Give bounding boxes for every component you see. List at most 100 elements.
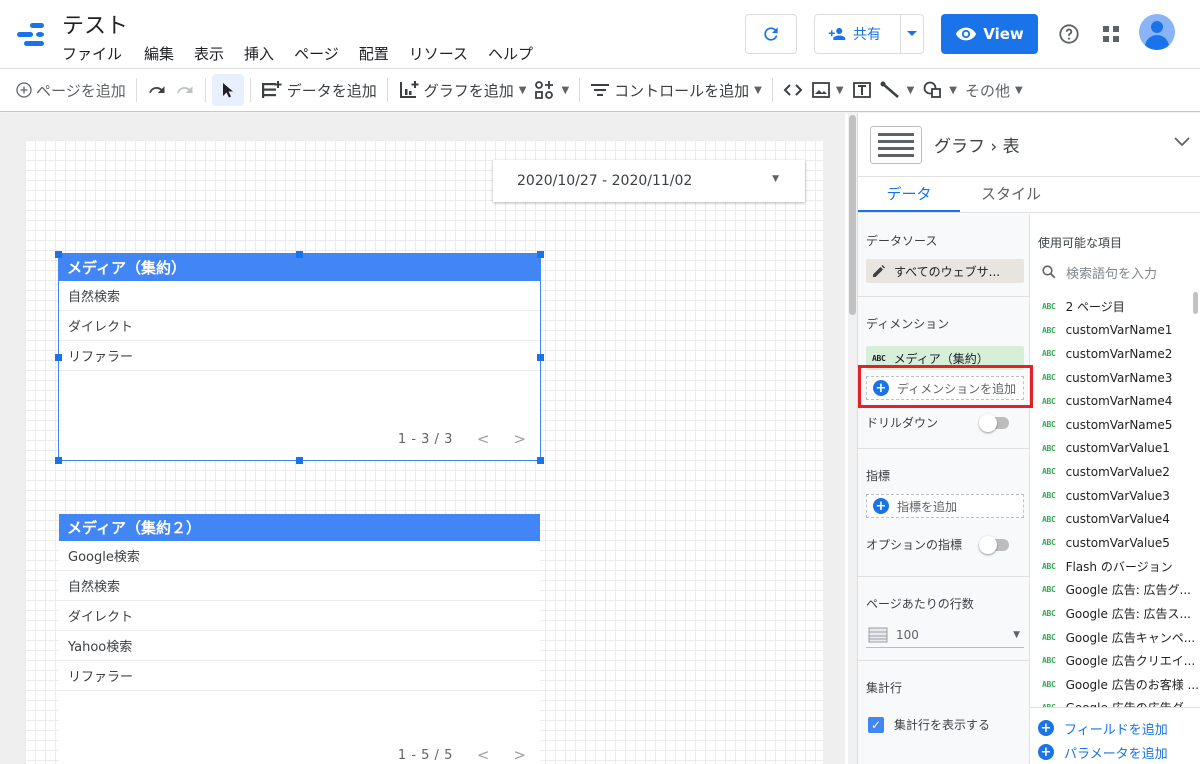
canvas-scrollbar[interactable]	[848, 113, 857, 764]
menu-bar: ファイル 編集 表示 挿入 ページ 配置 リソース ヘルプ	[62, 43, 553, 64]
text-type-icon: ABC	[1042, 561, 1056, 571]
report-title[interactable]: テスト	[62, 8, 128, 40]
resize-handle[interactable]	[296, 251, 303, 258]
plus-icon: +	[1038, 744, 1054, 760]
menu-view[interactable]: 表示	[194, 43, 224, 64]
caret-down-icon: ▼	[906, 84, 915, 96]
add-dimension-label: ディメンションを追加	[897, 381, 1017, 396]
add-dimension-button[interactable]: + ディメンションを追加	[866, 376, 1024, 400]
eye-icon	[956, 27, 977, 41]
field-item[interactable]: ABC Google 広告: 広告ス...	[1042, 602, 1200, 626]
resize-handle[interactable]	[55, 457, 62, 464]
table-row[interactable]: Google検索	[59, 541, 540, 571]
field-item[interactable]: ABC customVarName2	[1042, 342, 1200, 366]
shape-button[interactable]: ▼	[918, 74, 961, 106]
fields-scrollbar[interactable]	[1193, 292, 1198, 314]
field-item[interactable]: ABC 2 ページ目	[1042, 295, 1200, 319]
dimension-chip[interactable]: ABC メディア（集約）	[866, 346, 1024, 370]
data-studio-logo-icon[interactable]	[14, 20, 46, 50]
pencil-icon[interactable]	[872, 264, 886, 278]
select-tool-button[interactable]	[211, 74, 244, 106]
chevron-left-icon[interactable]: <	[477, 746, 490, 764]
help-icon[interactable]	[1054, 19, 1084, 49]
field-item[interactable]: ABC Google 広告のお客様 ...	[1042, 673, 1200, 697]
field-item[interactable]: ABC Google 広告: 広告グ...	[1042, 578, 1200, 602]
field-item[interactable]: ABC customVarName4	[1042, 389, 1200, 413]
summary-checkbox[interactable]: ✓	[868, 716, 884, 733]
community-viz-button[interactable]: ▼	[530, 74, 573, 106]
report-page[interactable]: 2020/10/27 - 2020/11/02 ▼ メディア（集約） 自然検索 …	[25, 140, 823, 764]
undo-button[interactable]	[143, 74, 171, 106]
field-search-input[interactable]: 検索語句を入力	[1030, 257, 1200, 287]
table-chart-icon[interactable]	[870, 125, 922, 164]
redo-button[interactable]	[171, 74, 199, 106]
field-item[interactable]: ABC customVarValue5	[1042, 531, 1200, 555]
image-button[interactable]: ▼	[807, 74, 848, 106]
menu-insert[interactable]: 挿入	[244, 43, 274, 64]
table-row[interactable]: ダイレクト	[59, 601, 540, 631]
share-button[interactable]: 共有	[814, 14, 924, 54]
resize-handle[interactable]	[55, 251, 62, 258]
optional-metric-label: オプションの指標	[866, 538, 963, 552]
share-main-button[interactable]: 共有	[815, 15, 902, 53]
refresh-button[interactable]	[745, 14, 797, 54]
menu-edit[interactable]: 編集	[144, 43, 174, 64]
table-row[interactable]: Yahoo検索	[59, 631, 540, 661]
tab-style[interactable]: スタイル	[960, 177, 1062, 212]
add-metric-button[interactable]: + 指標を追加	[866, 494, 1024, 518]
rows-per-page-select[interactable]: 100 ▼	[866, 622, 1024, 648]
table-row[interactable]: 自然検索	[59, 571, 540, 601]
add-field-link[interactable]: + フィールドを追加	[1038, 716, 1200, 740]
resize-handle[interactable]	[537, 457, 544, 464]
field-item[interactable]: ABC customVarValue1	[1042, 437, 1200, 461]
field-item[interactable]: ABC Flash のバージョン	[1042, 555, 1200, 579]
chevron-right-icon[interactable]: >	[513, 746, 526, 764]
field-item[interactable]: ABC customVarValue2	[1042, 460, 1200, 484]
field-item[interactable]: ABC customVarName5	[1042, 413, 1200, 437]
resize-handle[interactable]	[55, 354, 62, 361]
field-item[interactable]: ABC Google 広告キャンペ...	[1042, 625, 1200, 649]
menu-page[interactable]: ページ	[294, 43, 339, 64]
add-page-button[interactable]: ページを追加	[12, 74, 130, 106]
table-chart-2[interactable]: メディア（集約２） Google検索 自然検索 ダイレクト Yahoo検索 リフ…	[59, 514, 540, 764]
menu-arrange[interactable]: 配置	[359, 43, 389, 64]
add-chart-button[interactable]: グラフを追加 ▼	[394, 74, 531, 106]
add-field-label: フィールドを追加	[1064, 722, 1168, 738]
datasource-chip[interactable]: すべてのウェブサ...	[866, 259, 1024, 283]
optional-metric-toggle[interactable]	[979, 535, 1009, 554]
line-button[interactable]: ▼	[876, 74, 919, 106]
table-row[interactable]: リファラー	[59, 661, 540, 691]
drilldown-toggle[interactable]	[979, 413, 1009, 432]
text-box-button[interactable]	[848, 74, 876, 106]
chevron-down-icon[interactable]	[1174, 137, 1190, 147]
field-item[interactable]: ABC customVarName3	[1042, 366, 1200, 390]
apps-grid-icon[interactable]	[1096, 19, 1126, 49]
add-data-button[interactable]: データを追加	[257, 74, 381, 106]
more-button[interactable]: その他 ▼	[961, 74, 1027, 106]
text-type-icon: ABC	[1042, 349, 1056, 359]
menu-resources[interactable]: リソース	[409, 43, 468, 64]
tab-data[interactable]: データ	[858, 177, 960, 212]
table-header[interactable]: メディア（集約２）	[59, 514, 540, 541]
add-metric-label: 指標を追加	[897, 499, 958, 514]
toolbar-divider	[771, 78, 773, 102]
field-item[interactable]: ABC customVarName1	[1042, 319, 1200, 343]
text-type-icon: ABC	[1042, 420, 1056, 430]
add-parameter-link[interactable]: + パラメータを追加	[1038, 740, 1200, 764]
field-item[interactable]: ABC customVarValue3	[1042, 484, 1200, 508]
add-control-button[interactable]: コントロールを追加 ▼	[586, 74, 766, 106]
code-icon	[783, 84, 803, 96]
field-item[interactable]: ABC customVarValue4	[1042, 507, 1200, 531]
embed-url-button[interactable]	[779, 74, 807, 106]
menu-file[interactable]: ファイル	[62, 43, 122, 64]
resize-handle[interactable]	[537, 251, 544, 258]
text-type-icon: ABC	[1042, 538, 1056, 548]
date-range-control[interactable]: 2020/10/27 - 2020/11/02 ▼	[493, 160, 805, 202]
account-avatar[interactable]	[1139, 14, 1175, 50]
share-dropdown-button[interactable]	[901, 31, 923, 37]
menu-help[interactable]: ヘルプ	[488, 43, 533, 64]
resize-handle[interactable]	[537, 354, 544, 361]
field-item[interactable]: ABC Google 広告クリエイ...	[1042, 649, 1200, 673]
view-button[interactable]: View	[941, 14, 1038, 54]
resize-handle[interactable]	[296, 457, 303, 464]
